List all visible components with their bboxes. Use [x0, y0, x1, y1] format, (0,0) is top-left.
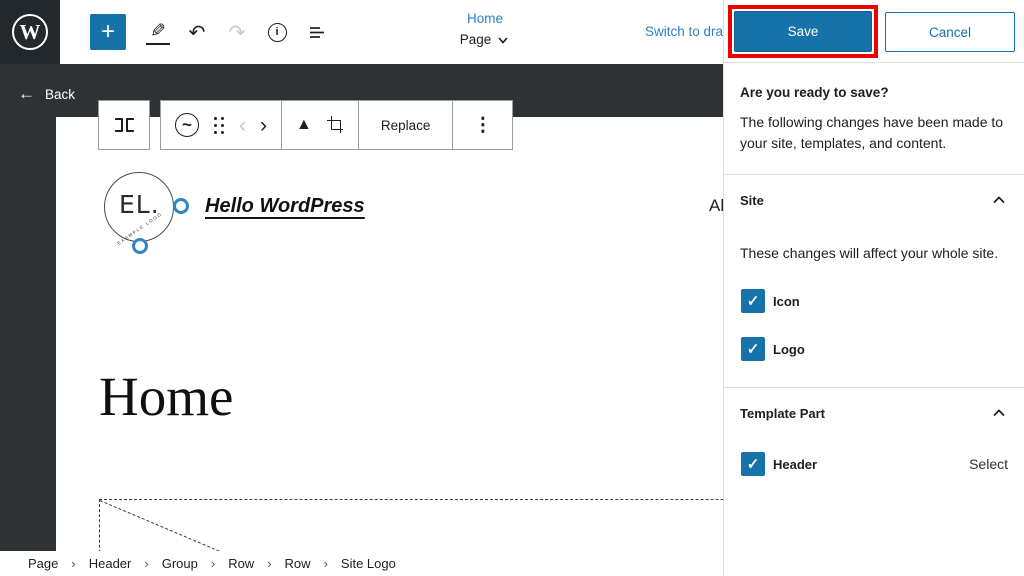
save-panel: Save Cancel Are you ready to save? The f…	[723, 0, 1024, 576]
page-heading[interactable]: Home	[99, 365, 233, 428]
cancel-button[interactable]: Cancel	[885, 12, 1015, 52]
checkbox-icon-checked[interactable]: ✓	[741, 289, 765, 313]
wave-icon: ~	[182, 115, 192, 135]
site-logo-block-icon[interactable]: ~	[175, 113, 199, 137]
pencil-icon: ✎	[150, 20, 166, 43]
options-kebab-button[interactable]: ⋮	[467, 114, 498, 137]
save-annotation-highlight: Save	[728, 5, 878, 58]
wordpress-menu-button[interactable]: W	[0, 0, 60, 64]
wordpress-logo-icon: W	[12, 14, 48, 50]
site-section-description: These changes will affect your whole sit…	[740, 245, 1008, 261]
breadcrumb-separator-icon: ›	[267, 556, 271, 571]
move-left-button[interactable]: ‹	[239, 115, 246, 136]
list-view-button[interactable]	[300, 15, 334, 49]
block-toolbar: ~ ‹ › ▲ Replace ⋮	[160, 100, 513, 150]
chevron-down-icon	[496, 33, 510, 47]
breadcrumb-separator-icon: ›	[324, 556, 328, 571]
select-parent-row-button[interactable]	[98, 100, 150, 150]
site-editor-window: W + ✎ ↶ ↷ i	[0, 0, 1024, 576]
change-row-icon: ✓ Icon	[740, 289, 1008, 313]
row-block-icon	[115, 118, 123, 132]
list-view-icon	[307, 22, 327, 42]
nav-link-about[interactable]: About	[709, 196, 723, 216]
undo-button[interactable]: ↶	[180, 15, 214, 49]
site-section-title: Site	[740, 193, 764, 208]
edit-tools-button[interactable]: ✎	[146, 19, 170, 45]
breadcrumb-item-row[interactable]: Row	[228, 556, 254, 571]
save-panel-body: Are you ready to save? The following cha…	[724, 63, 1024, 492]
breadcrumb-item-site-logo[interactable]: Site Logo	[341, 556, 396, 571]
row-block-icon	[126, 118, 134, 132]
breadcrumb-item-row2[interactable]: Row	[285, 556, 311, 571]
document-type-label: Page	[460, 29, 492, 51]
redo-icon: ↷	[229, 20, 246, 45]
resize-handle-bottom[interactable]	[132, 238, 148, 254]
change-row-header: ✓ Header Select	[740, 452, 1008, 476]
breadcrumb-item-header[interactable]: Header	[89, 556, 132, 571]
plus-icon: +	[101, 18, 115, 46]
document-title-link[interactable]: Home	[400, 9, 570, 29]
checkbox-header-checked[interactable]: ✓	[741, 452, 765, 476]
editor-canvas: EL. EXAMPLE LOGO Hello WordPress About H…	[56, 117, 723, 551]
back-button-label: Back	[45, 87, 75, 102]
chevron-up-icon	[990, 404, 1008, 422]
drag-handle[interactable]	[213, 116, 225, 134]
crop-button[interactable]	[326, 116, 344, 134]
replace-button[interactable]: Replace	[373, 118, 439, 133]
check-icon: ✓	[747, 340, 760, 358]
document-type-dropdown[interactable]: Page	[400, 29, 570, 51]
site-section-toggle[interactable]: Site	[740, 175, 1008, 209]
check-icon: ✓	[747, 292, 760, 310]
site-title-link[interactable]: Hello WordPress	[205, 195, 365, 218]
change-label-header[interactable]: Header	[773, 457, 817, 472]
save-button[interactable]: Save	[734, 11, 872, 52]
resize-handle-right[interactable]	[173, 198, 189, 214]
select-header-button[interactable]: Select	[969, 456, 1008, 472]
breadcrumb-item-group[interactable]: Group	[162, 556, 198, 571]
checkbox-logo-checked[interactable]: ✓	[741, 337, 765, 361]
back-arrow-icon: ←	[18, 84, 35, 104]
block-breadcrumb: Page › Header › Group › Row › Row › Site…	[0, 551, 724, 576]
site-logo-image[interactable]: EL. EXAMPLE LOGO	[104, 172, 174, 242]
document-title-area: Home Page	[400, 9, 570, 51]
change-label-icon[interactable]: Icon	[773, 294, 800, 309]
selected-block-outline	[99, 499, 723, 551]
editor-top-bar: W + ✎ ↶ ↷ i	[0, 0, 724, 64]
change-label-logo[interactable]: Logo	[773, 342, 805, 357]
breadcrumb-item-page[interactable]: Page	[28, 556, 58, 571]
check-icon: ✓	[747, 455, 760, 473]
switch-to-draft-link[interactable]: Switch to draft	[645, 24, 731, 39]
change-row-logo: ✓ Logo	[740, 337, 1008, 361]
info-icon: i	[268, 23, 287, 42]
save-panel-description: The following changes have been made to …	[740, 112, 1008, 154]
template-part-section-toggle[interactable]: Template Part	[740, 388, 1008, 422]
chevron-up-icon	[990, 191, 1008, 209]
save-panel-header: Save Cancel	[724, 0, 1024, 63]
back-button[interactable]: ← Back	[18, 84, 75, 104]
breadcrumb-separator-icon: ›	[144, 556, 148, 571]
redo-button[interactable]: ↷	[220, 15, 254, 49]
move-right-button[interactable]: ›	[260, 115, 267, 136]
details-button[interactable]: i	[260, 15, 294, 49]
block-inserter-button[interactable]: +	[90, 14, 126, 50]
breadcrumb-separator-icon: ›	[211, 556, 215, 571]
undo-icon: ↶	[189, 20, 206, 45]
breadcrumb-separator-icon: ›	[71, 556, 75, 571]
template-part-section-title: Template Part	[740, 406, 825, 421]
save-panel-heading: Are you ready to save?	[740, 85, 1008, 100]
duotone-filter-button[interactable]: ▲	[296, 116, 312, 134]
